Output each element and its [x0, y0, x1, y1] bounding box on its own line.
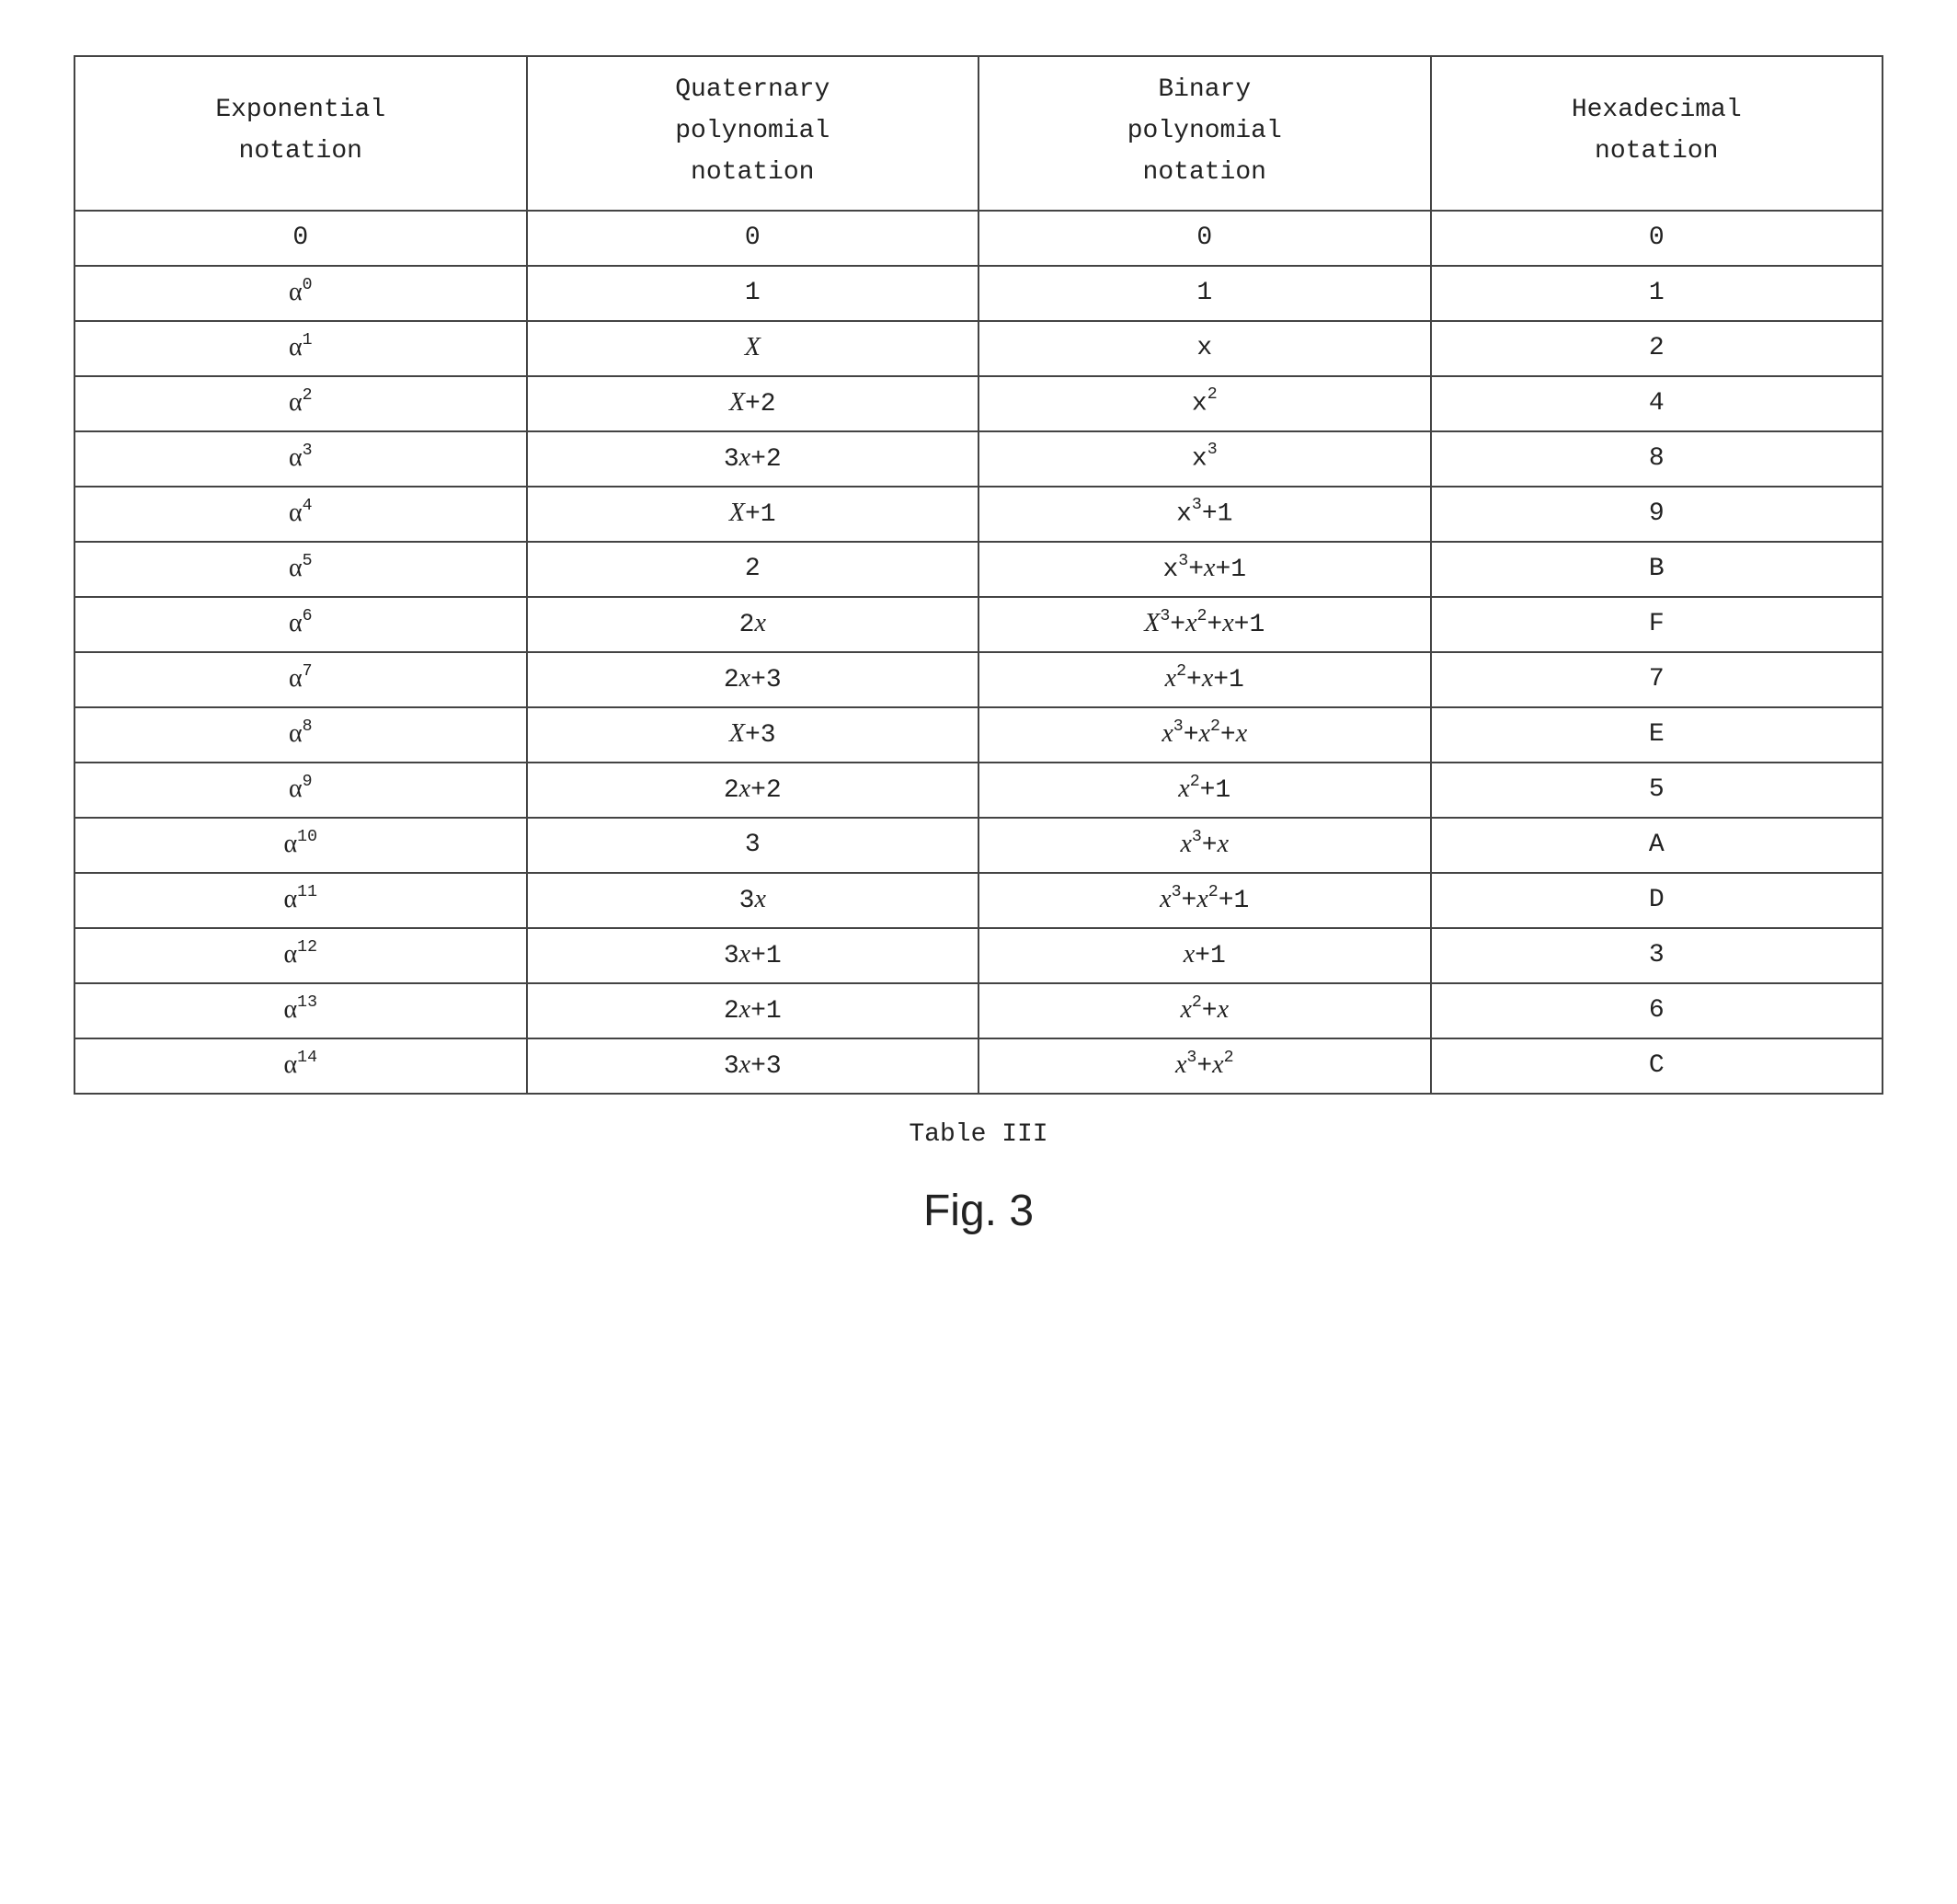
table-row: α143x+3x3+x2C	[74, 1038, 1883, 1094]
cell-hex: 6	[1431, 983, 1883, 1038]
notation-table: Exponentialnotation Quaternarypolynomial…	[74, 55, 1883, 1095]
cell-exponential: 0	[74, 211, 527, 266]
cell-quaternary: X+2	[527, 376, 979, 431]
cell-binary: 0	[978, 211, 1431, 266]
cell-binary: x	[978, 321, 1431, 376]
cell-hex: 8	[1431, 431, 1883, 487]
table-row: α72x+3x2+x+17	[74, 652, 1883, 707]
table-row: α4X+1x3+19	[74, 487, 1883, 542]
table-row: α33x+2x38	[74, 431, 1883, 487]
cell-binary: x3+1	[978, 487, 1431, 542]
cell-quaternary: 3	[527, 818, 979, 873]
cell-quaternary: 2x+3	[527, 652, 979, 707]
cell-exponential: α6	[74, 597, 527, 652]
col-header-binary: Binarypolynomialnotation	[978, 56, 1431, 211]
table-row: 0000	[74, 211, 1883, 266]
cell-exponential: α10	[74, 818, 527, 873]
cell-binary: x3+x2	[978, 1038, 1431, 1094]
cell-exponential: α11	[74, 873, 527, 928]
cell-exponential: α12	[74, 928, 527, 983]
table-row: α123x+1x+13	[74, 928, 1883, 983]
cell-binary: X3+x2+x+1	[978, 597, 1431, 652]
cell-hex: A	[1431, 818, 1883, 873]
table-row: α132x+1x2+x6	[74, 983, 1883, 1038]
cell-hex: C	[1431, 1038, 1883, 1094]
cell-quaternary: X	[527, 321, 979, 376]
cell-exponential: α8	[74, 707, 527, 763]
cell-quaternary: 2	[527, 542, 979, 597]
cell-exponential: α5	[74, 542, 527, 597]
cell-hex: 2	[1431, 321, 1883, 376]
cell-quaternary: 2x+2	[527, 763, 979, 818]
cell-hex: 7	[1431, 652, 1883, 707]
cell-exponential: α14	[74, 1038, 527, 1094]
table-header-row: Exponentialnotation Quaternarypolynomial…	[74, 56, 1883, 211]
table-row: α8X+3x3+x2+xE	[74, 707, 1883, 763]
cell-quaternary: 3x+2	[527, 431, 979, 487]
table-row: α113xx3+x2+1D	[74, 873, 1883, 928]
cell-binary: x3+x	[978, 818, 1431, 873]
cell-exponential: α3	[74, 431, 527, 487]
cell-hex: 0	[1431, 211, 1883, 266]
cell-exponential: α13	[74, 983, 527, 1038]
cell-quaternary: 2x+1	[527, 983, 979, 1038]
cell-quaternary: 0	[527, 211, 979, 266]
table-row: α92x+2x2+15	[74, 763, 1883, 818]
figure-label: Fig. 3	[74, 1186, 1883, 1236]
cell-quaternary: X+1	[527, 487, 979, 542]
cell-exponential: α7	[74, 652, 527, 707]
cell-hex: B	[1431, 542, 1883, 597]
cell-binary: x2+x+1	[978, 652, 1431, 707]
cell-hex: 1	[1431, 266, 1883, 321]
table-row: α62xX3+x2+x+1F	[74, 597, 1883, 652]
table-body: 0000α0111α1Xx2α2X+2x24α33x+2x38α4X+1x3+1…	[74, 211, 1883, 1094]
cell-exponential: α9	[74, 763, 527, 818]
table-caption: Table III	[74, 1120, 1883, 1149]
cell-hex: 4	[1431, 376, 1883, 431]
cell-hex: E	[1431, 707, 1883, 763]
cell-exponential: α1	[74, 321, 527, 376]
table-row: α52x3+x+1B	[74, 542, 1883, 597]
col-header-exponential: Exponentialnotation	[74, 56, 527, 211]
cell-binary: x2+x	[978, 983, 1431, 1038]
cell-exponential: α2	[74, 376, 527, 431]
col-header-hex: Hexadecimalnotation	[1431, 56, 1883, 211]
cell-hex: 9	[1431, 487, 1883, 542]
cell-binary: x3	[978, 431, 1431, 487]
cell-hex: 3	[1431, 928, 1883, 983]
cell-quaternary: 1	[527, 266, 979, 321]
cell-quaternary: 2x	[527, 597, 979, 652]
cell-quaternary: 3x+1	[527, 928, 979, 983]
table-row: α0111	[74, 266, 1883, 321]
table-row: α1Xx2	[74, 321, 1883, 376]
cell-binary: x3+x+1	[978, 542, 1431, 597]
col-header-quaternary: Quaternarypolynomialnotation	[527, 56, 979, 211]
cell-exponential: α4	[74, 487, 527, 542]
cell-binary: x+1	[978, 928, 1431, 983]
cell-hex: 5	[1431, 763, 1883, 818]
table-row: α2X+2x24	[74, 376, 1883, 431]
cell-binary: x3+x2+1	[978, 873, 1431, 928]
cell-hex: F	[1431, 597, 1883, 652]
cell-binary: x2+1	[978, 763, 1431, 818]
cell-exponential: α0	[74, 266, 527, 321]
table-row: α103x3+xA	[74, 818, 1883, 873]
cell-binary: 1	[978, 266, 1431, 321]
cell-quaternary: 3x	[527, 873, 979, 928]
cell-quaternary: X+3	[527, 707, 979, 763]
cell-hex: D	[1431, 873, 1883, 928]
cell-quaternary: 3x+3	[527, 1038, 979, 1094]
cell-binary: x3+x2+x	[978, 707, 1431, 763]
cell-binary: x2	[978, 376, 1431, 431]
